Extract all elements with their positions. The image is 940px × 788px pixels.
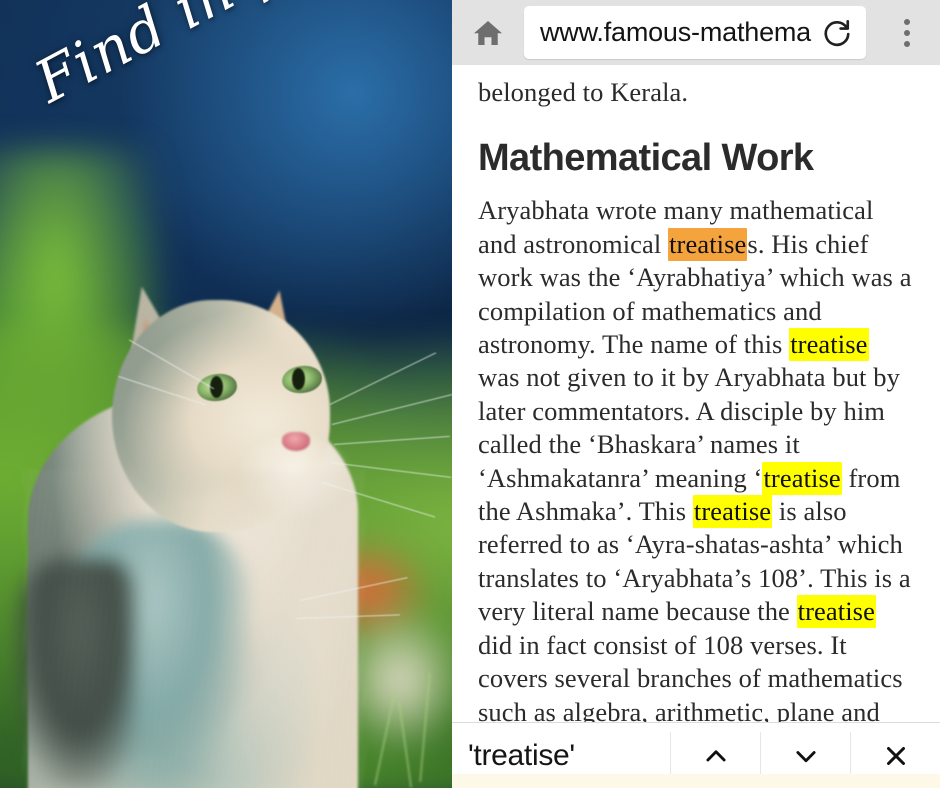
find-next-button[interactable]	[760, 731, 850, 780]
overflow-menu-icon	[904, 18, 910, 47]
browser-toolbar: www.famous-mathema	[452, 0, 940, 65]
find-previous-button[interactable]	[670, 731, 760, 780]
home-icon	[474, 20, 502, 45]
browser-panel: www.famous-mathema belonged to Kerala. M…	[452, 0, 940, 788]
search-highlight-match: treatise	[796, 595, 876, 629]
whisker	[329, 352, 437, 406]
whisker	[333, 435, 450, 446]
search-highlight-match: treatise	[789, 328, 869, 362]
page-body-paragraph: Aryabhata wrote many mathematical and as…	[478, 195, 912, 722]
search-highlight-match: treatise	[692, 495, 773, 529]
reload-icon[interactable]	[822, 18, 852, 48]
cat-subject	[0, 0, 452, 788]
cat-fur-texture	[24, 470, 364, 788]
url-bar[interactable]: www.famous-mathema	[524, 6, 866, 59]
page-section-heading: Mathematical Work	[478, 137, 814, 180]
page-content: belonged to Kerala. Mathematical Work Ar…	[452, 65, 940, 722]
screen-root: Find in page www.famous-mathema	[0, 0, 940, 788]
find-query-input[interactable]: 'treatise'	[452, 739, 670, 773]
chevron-up-icon	[705, 749, 726, 761]
whisker	[331, 394, 452, 426]
search-highlight-active: treatise	[668, 227, 748, 261]
chevron-down-icon	[795, 750, 816, 762]
url-text[interactable]: www.famous-mathema	[540, 17, 818, 48]
intro-tail-text: belonged to Kerala.	[478, 77, 689, 107]
find-close-button[interactable]	[850, 731, 940, 780]
overflow-menu-button[interactable]	[874, 0, 940, 65]
cat-nose	[282, 432, 310, 451]
home-button[interactable]	[452, 0, 524, 65]
cat-pupil-right	[292, 368, 305, 390]
search-highlight-match: treatise	[762, 461, 842, 495]
cat-photo-panel: Find in page	[0, 0, 452, 788]
close-icon	[886, 746, 905, 765]
bottom-tint-strip	[452, 774, 940, 788]
